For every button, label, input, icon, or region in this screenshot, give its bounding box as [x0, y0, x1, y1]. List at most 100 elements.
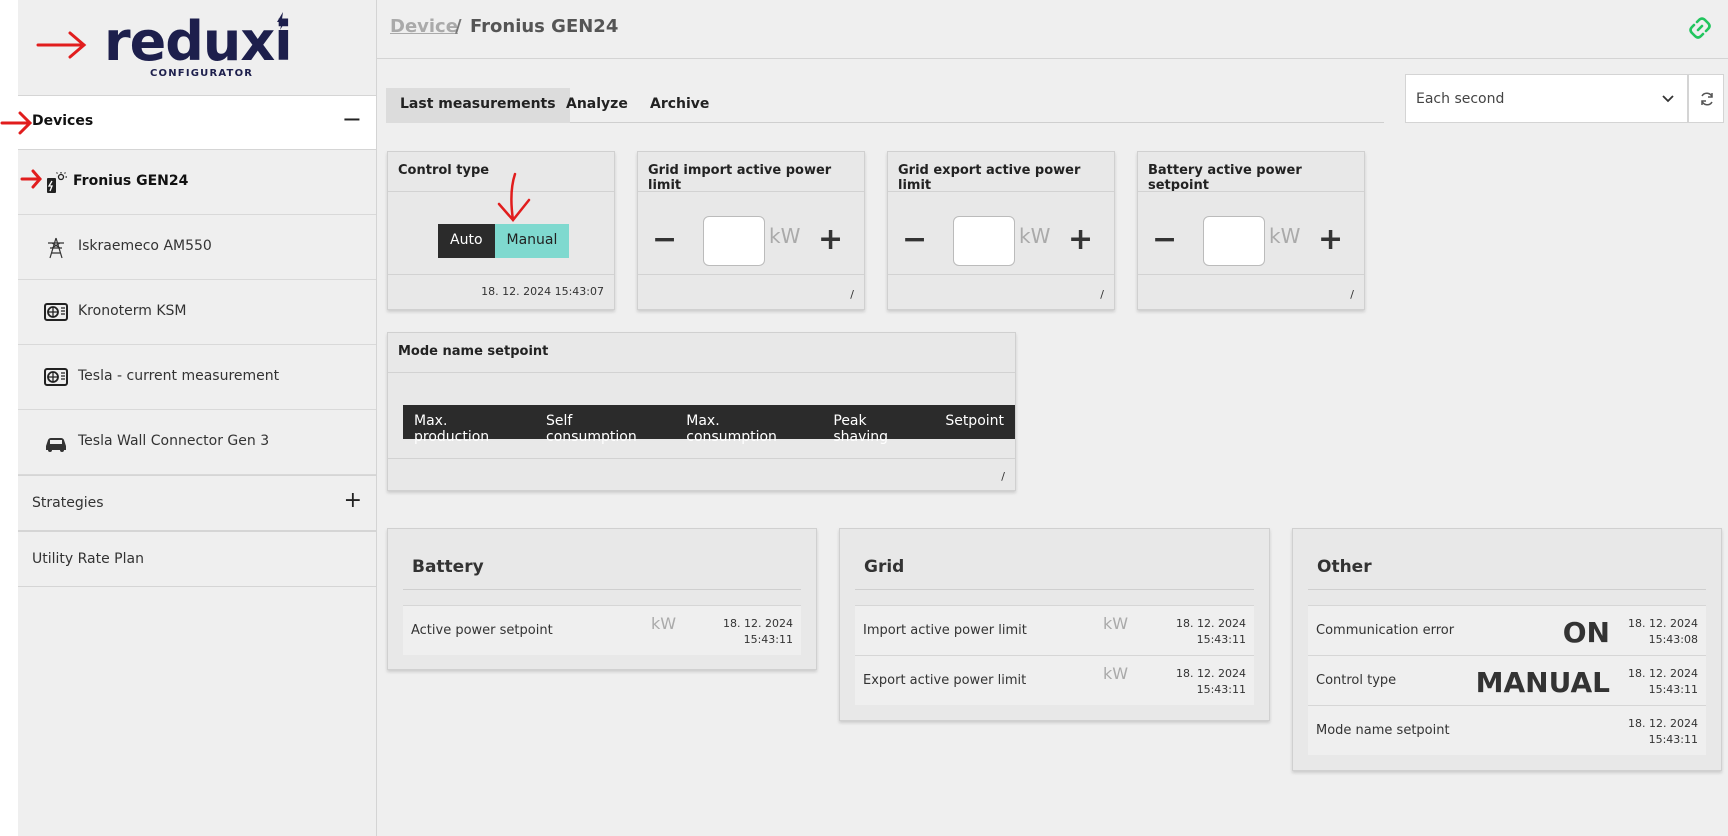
inverter-icon — [47, 172, 67, 193]
device-item-fronius[interactable]: Fronius GEN24 — [18, 150, 376, 215]
device-item-kronoterm[interactable]: Kronoterm KSM — [18, 280, 376, 345]
row-unit: kW — [1103, 614, 1129, 633]
mode-option-setpoint[interactable]: Setpoint — [934, 405, 1015, 439]
card-title: Battery active power setpoint — [1148, 163, 1302, 193]
bolt-icon — [277, 12, 287, 30]
mode-option-self-consumption[interactable]: Self consumption — [535, 405, 675, 445]
interval-select[interactable]: Each second — [1405, 74, 1688, 123]
tab-archive[interactable]: Archive — [636, 88, 723, 123]
device-item-iskraemeco[interactable]: Iskraemeco AM550 — [18, 215, 376, 280]
device-label: Kronoterm KSM — [78, 303, 187, 319]
auto-option[interactable]: Auto — [438, 224, 495, 258]
tab-bar: Last measurements Analyze Archive — [386, 88, 1384, 123]
link-icon[interactable] — [1688, 16, 1712, 40]
nav-utility-label: Utility Rate Plan — [32, 551, 144, 567]
card-timestamp: 18. 12. 2024 15:43:07 — [481, 285, 604, 298]
tab-analyze[interactable]: Analyze — [552, 88, 642, 123]
mode-option-bar: Max. production Self consumption Max. co… — [403, 405, 1015, 445]
measurement-row: Export active power limit kW 18. 12. 202… — [855, 655, 1254, 705]
manual-option[interactable]: Manual — [494, 224, 570, 258]
row-unit: kW — [651, 614, 677, 633]
measurement-row: Communication error ON 18. 12. 2024 15:43… — [1308, 605, 1706, 655]
tab-last-measurements[interactable]: Last measurements — [386, 88, 570, 123]
value-input[interactable] — [953, 216, 1015, 266]
unit-label: kW — [769, 224, 801, 248]
increment-button[interactable]: + — [818, 222, 843, 257]
row-label: Import active power limit — [863, 623, 1027, 638]
panel-title: Battery — [412, 557, 484, 577]
card-footer: / — [1100, 288, 1104, 301]
annotation-arrow-icon — [0, 111, 33, 135]
unit-label: kW — [1269, 224, 1301, 248]
card-title: Control type — [398, 163, 490, 178]
nav-strategies[interactable]: Strategies + — [18, 475, 376, 531]
value-input[interactable] — [703, 216, 765, 266]
panel-title: Other — [1317, 557, 1372, 577]
row-timestamp: 18. 12. 2024 15:43:08 — [1628, 617, 1698, 646]
mode-option-max-consumption[interactable]: Max. consumption — [675, 405, 822, 445]
device-item-tesla-wall-connector[interactable]: Tesla Wall Connector Gen 3 — [18, 410, 376, 475]
row-label: Export active power limit — [863, 673, 1027, 688]
control-type-card: Control type Auto Manual 18. 12. 2024 15… — [387, 151, 615, 310]
device-label: Fronius GEN24 — [73, 173, 189, 189]
annotation-arrow-icon — [20, 169, 42, 189]
row-timestamp: 18. 12. 2024 15:43:11 — [1628, 667, 1698, 696]
decrement-button[interactable]: − — [1152, 222, 1177, 257]
collapse-icon[interactable]: − — [342, 105, 362, 133]
device-label: Tesla - current measurement — [78, 368, 280, 384]
mode-option-max-production[interactable]: Max. production — [403, 405, 535, 445]
heat-pump-icon — [44, 368, 68, 386]
header: Device / Fronius GEN24 — [377, 0, 1728, 59]
battery-setpoint-card: Battery active power setpoint − kW + / — [1137, 151, 1365, 310]
breadcrumb-separator: / — [455, 16, 462, 37]
logo[interactable]: reduxi CONFIGURATOR — [18, 0, 376, 95]
row-timestamp: 18. 12. 2024 15:43:11 — [1628, 717, 1698, 746]
device-list: Fronius GEN24 Iskraemeco AM550 Kronoterm… — [18, 150, 376, 475]
card-footer: / — [1350, 288, 1354, 301]
measurement-row: Active power setpoint kW 18. 12. 2024 15:… — [403, 605, 801, 655]
unit-label: kW — [1019, 224, 1051, 248]
sidebar: reduxi CONFIGURATOR Devices − Fronius GE… — [0, 0, 376, 836]
interval-value: Each second — [1416, 91, 1505, 107]
row-timestamp: 18. 12. 2024 15:43:11 — [1176, 667, 1246, 696]
grid-panel: Grid Import active power limit kW 18. 12… — [839, 528, 1270, 721]
value-input[interactable] — [1203, 216, 1265, 266]
mode-setpoint-card: Mode name setpoint Max. production Self … — [387, 332, 1016, 491]
increment-button[interactable]: + — [1068, 222, 1093, 257]
row-label: Control type — [1316, 673, 1397, 688]
car-icon — [46, 438, 66, 452]
refresh-button[interactable] — [1688, 74, 1724, 123]
breadcrumb-current: Fronius GEN24 — [470, 16, 619, 37]
annotation-arrow-icon — [36, 31, 87, 59]
breadcrumb-device-link[interactable]: Device — [390, 16, 458, 37]
row-label: Active power setpoint — [411, 623, 553, 638]
device-item-tesla-current[interactable]: Tesla - current measurement — [18, 345, 376, 410]
mode-option-peak-shaving[interactable]: Peak shaving — [822, 405, 934, 445]
logo-wordmark: reduxi — [104, 10, 293, 73]
sidebar-divider — [376, 0, 377, 836]
row-label: Mode name setpoint — [1316, 723, 1450, 738]
measurement-row: Control type MANUAL 18. 12. 2024 15:43:11 — [1308, 655, 1706, 705]
nav-devices-label: Devices — [32, 113, 94, 129]
heat-pump-icon — [44, 303, 68, 321]
grid-import-limit-card: Grid import active power limit − kW + / — [637, 151, 865, 310]
nav-devices[interactable]: Devices − — [0, 95, 376, 150]
increment-button[interactable]: + — [1318, 222, 1343, 257]
refresh-icon — [1701, 92, 1713, 106]
card-footer: / — [850, 288, 854, 301]
nav-strategies-label: Strategies — [32, 495, 104, 511]
chevron-down-icon — [1662, 95, 1674, 103]
control-type-toggle: Auto Manual — [438, 224, 570, 258]
card-footer: / — [1001, 470, 1005, 483]
card-title: Grid export active power limit — [898, 163, 1081, 193]
device-label: Iskraemeco AM550 — [78, 238, 212, 254]
other-panel: Other Communication error ON 18. 12. 202… — [1292, 528, 1722, 771]
nav-utility-rate-plan[interactable]: Utility Rate Plan — [18, 531, 376, 587]
logo-subtitle: CONFIGURATOR — [150, 68, 254, 79]
grid-export-limit-card: Grid export active power limit − kW + / — [887, 151, 1115, 310]
expand-icon[interactable]: + — [344, 488, 362, 513]
decrement-button[interactable]: − — [652, 222, 677, 257]
measurement-row: Mode name setpoint 18. 12. 2024 15:43:11 — [1308, 705, 1706, 755]
row-unit: kW — [1103, 664, 1129, 683]
decrement-button[interactable]: − — [902, 222, 927, 257]
